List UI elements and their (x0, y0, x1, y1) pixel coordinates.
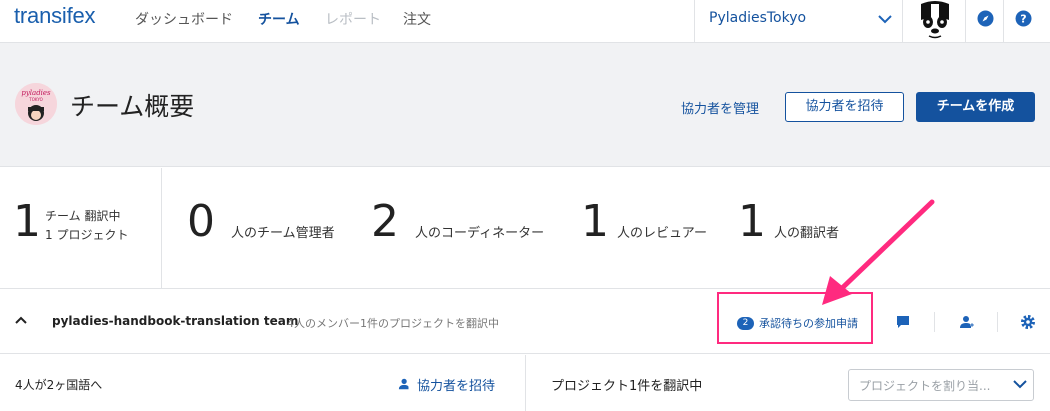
pyladies-logo-icon: pyladies TOKYO (15, 83, 57, 125)
managers-label: 人のチーム管理者 (231, 226, 335, 241)
reviewers-count: 1 (581, 196, 609, 247)
languages-summary: 4人が2ヶ国語へ (15, 378, 103, 392)
transifex-logo[interactable]: transifex (14, 3, 96, 29)
manage-collaborators-link[interactable]: 協力者を管理 (681, 98, 759, 117)
projects-count: 1 (13, 196, 41, 247)
organization-name: PyladiesTokyo (709, 10, 807, 26)
annotation-arrow (822, 199, 935, 305)
bottom-divider (525, 355, 526, 411)
page-header: pyladies TOKYO チーム概要 協力者を管理 協力者を招待 チームを作… (0, 43, 1050, 167)
gear-icon[interactable] (1020, 314, 1036, 330)
chevron-down-icon (1013, 380, 1027, 389)
projects-label-line2: 1 プロジェクト (45, 228, 129, 242)
projects-summary: プロジェクト1件を翻訳中 (551, 379, 703, 394)
add-user-icon[interactable] (398, 377, 412, 391)
invite-collaborators-link[interactable]: 協力者を招待 (417, 375, 495, 394)
nav-item-dashboard[interactable]: ダッシュボード (135, 9, 233, 29)
create-team-button[interactable]: チームを作成 (916, 92, 1035, 122)
pending-count-badge: 2 (737, 317, 754, 330)
translators-count: 1 (738, 196, 766, 247)
nav-item-reports[interactable]: レポート (325, 9, 381, 29)
assign-project-placeholder: プロジェクトを割り当... (859, 379, 991, 393)
managers-count: 0 (187, 196, 215, 247)
projects-label-line1: チーム 翻訳中 (45, 209, 121, 223)
svg-text:TOKYO: TOKYO (28, 97, 42, 102)
chevron-down-icon (878, 15, 892, 24)
chat-icon[interactable] (895, 314, 911, 330)
team-details-row: 4人が2ヶ国語へ 協力者を招待 プロジェクト1件を翻訳中 プロジェクトを割り当.… (0, 355, 1050, 411)
svg-text:pyladies: pyladies (21, 89, 51, 97)
team-name[interactable]: pyladies-handbook-translation team (52, 314, 298, 328)
reviewers-label: 人のレビュアー (617, 226, 707, 241)
coordinators-label: 人のコーディネーター (415, 226, 545, 241)
coordinators-count: 2 (371, 196, 399, 247)
nav-item-team[interactable]: チーム (258, 9, 300, 29)
nav-item-orders[interactable]: 注文 (403, 9, 431, 29)
team-meta: 4人のメンバー1件のプロジェクトを翻訳中 (287, 317, 499, 330)
row-divider (997, 312, 998, 332)
nav-divider (965, 0, 966, 42)
chevron-up-icon[interactable] (15, 316, 27, 324)
add-user-icon[interactable] (958, 314, 974, 330)
user-avatar[interactable] (917, 0, 953, 40)
row-divider (934, 312, 935, 332)
stats-divider (161, 168, 162, 289)
nav-divider (1003, 0, 1004, 42)
assign-project-select[interactable]: プロジェクトを割り当... (848, 369, 1034, 401)
panda-avatar-icon (917, 0, 953, 40)
compass-icon[interactable] (977, 10, 994, 27)
pending-requests-link[interactable]: 承認待ちの参加申請 (759, 315, 858, 331)
svg-text:?: ? (1020, 13, 1026, 26)
organization-select[interactable]: PyladiesTokyo (694, 0, 903, 42)
help-icon[interactable]: ? (1015, 10, 1032, 27)
page-title: チーム概要 (70, 92, 195, 121)
invite-collaborators-button[interactable]: 協力者を招待 (785, 92, 904, 122)
top-nav: transifex ダッシュボード チーム レポート 注文 PyladiesTo… (0, 0, 1050, 43)
team-avatar: pyladies TOKYO (15, 83, 57, 125)
